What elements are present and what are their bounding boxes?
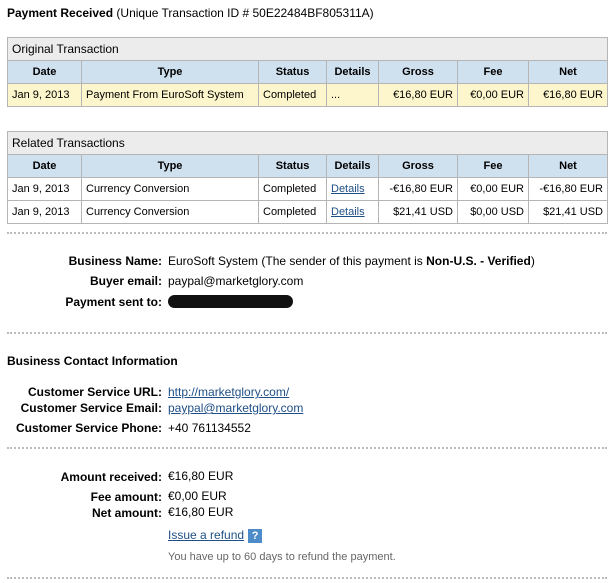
cell-fee: $0,00 USD — [457, 200, 529, 224]
cell-type: Payment From EuroSoft System — [81, 83, 259, 107]
cs-url-label: Customer Service URL: — [27, 385, 162, 399]
page-title: Payment Received (Unique Transaction ID … — [7, 6, 374, 20]
amount-received-label: Amount received: — [60, 470, 162, 484]
divider — [7, 332, 607, 334]
table-header: Date Type Status Details Gross Fee Net — [7, 154, 608, 178]
cs-email-link[interactable]: paypal@marketglory.com — [168, 401, 303, 415]
cell-net: €16,80 EUR — [528, 83, 608, 107]
contact-heading: Business Contact Information — [7, 354, 178, 368]
amount-received-value: €16,80 EUR — [168, 469, 234, 483]
redacted-recipient — [168, 294, 293, 309]
col-type: Type — [81, 154, 259, 178]
col-gross: Gross — [378, 60, 458, 84]
cell-fee: €0,00 EUR — [457, 177, 529, 201]
help-icon[interactable]: ? — [248, 528, 263, 543]
cell-status: Completed — [258, 200, 327, 224]
col-fee: Fee — [457, 154, 529, 178]
business-name-value: EuroSoft System (The sender of this paym… — [168, 254, 535, 268]
table-row: Jan 9, 2013 Currency Conversion Completed D… — [7, 200, 608, 224]
col-status: Status — [258, 60, 327, 84]
cell-status: Completed — [258, 177, 327, 201]
divider — [7, 577, 607, 579]
table-row: Jan 9, 2013 Currency Conversion Completed D… — [7, 177, 608, 201]
refund-note: You have up to 60 days to refund the pay… — [168, 551, 396, 563]
related-transactions-table: Related Transactions Date Type Status Detai… — [7, 131, 608, 224]
col-type: Type — [81, 60, 259, 84]
col-fee: Fee — [457, 60, 529, 84]
cell-gross: €16,80 EUR — [378, 83, 458, 107]
cell-type: Currency Conversion — [81, 177, 259, 201]
cell-date: Jan 9, 2013 — [7, 200, 82, 224]
divider — [7, 447, 607, 449]
col-details: Details — [326, 154, 379, 178]
payment-sent-to-label: Payment sent to: — [65, 295, 162, 309]
table-row: Jan 9, 2013 Payment From EuroSoft System C… — [7, 83, 608, 107]
cell-net: -€16,80 EUR — [528, 177, 608, 201]
cell-fee: €0,00 EUR — [457, 83, 529, 107]
details-link[interactable]: Details — [331, 206, 365, 218]
cell-type: Currency Conversion — [81, 200, 259, 224]
table-header: Date Type Status Details Gross Fee Net — [7, 60, 608, 84]
buyer-email-value: paypal@marketglory.com — [168, 274, 304, 288]
divider — [7, 232, 607, 234]
col-details: Details — [326, 60, 379, 84]
refund-row: Issue a refund? — [168, 528, 263, 543]
cell-net: $21,41 USD — [528, 200, 608, 224]
cs-email-label: Customer Service Email: — [20, 401, 162, 415]
table-caption: Related Transactions — [7, 131, 608, 155]
cell-date: Jan 9, 2013 — [7, 83, 82, 107]
net-amount-label: Net amount: — [92, 506, 162, 520]
business-name-label: Business Name: — [68, 254, 162, 268]
fee-amount-label: Fee amount: — [90, 490, 162, 504]
cell-gross: -€16,80 EUR — [378, 177, 458, 201]
table-caption: Original Transaction — [7, 37, 608, 61]
details-link[interactable]: Details — [331, 183, 365, 195]
cs-url-link[interactable]: http://marketglory.com/ — [168, 385, 289, 399]
col-net: Net — [528, 154, 608, 178]
cell-details: ... — [326, 83, 379, 107]
col-status: Status — [258, 154, 327, 178]
fee-amount-value: €0,00 EUR — [168, 489, 227, 503]
cell-gross: $21,41 USD — [378, 200, 458, 224]
col-gross: Gross — [378, 154, 458, 178]
cell-status: Completed — [258, 83, 327, 107]
net-amount-value: €16,80 EUR — [168, 505, 234, 519]
col-date: Date — [7, 60, 82, 84]
col-date: Date — [7, 154, 82, 178]
cs-phone-value: +40 761134552 — [168, 421, 251, 435]
col-net: Net — [528, 60, 608, 84]
original-transaction-table: Original Transaction Date Type Status Detai… — [7, 37, 608, 107]
issue-refund-link[interactable]: Issue a refund — [168, 528, 244, 542]
buyer-email-label: Buyer email: — [89, 274, 162, 288]
cs-phone-label: Customer Service Phone: — [15, 421, 162, 435]
cell-date: Jan 9, 2013 — [7, 177, 82, 201]
